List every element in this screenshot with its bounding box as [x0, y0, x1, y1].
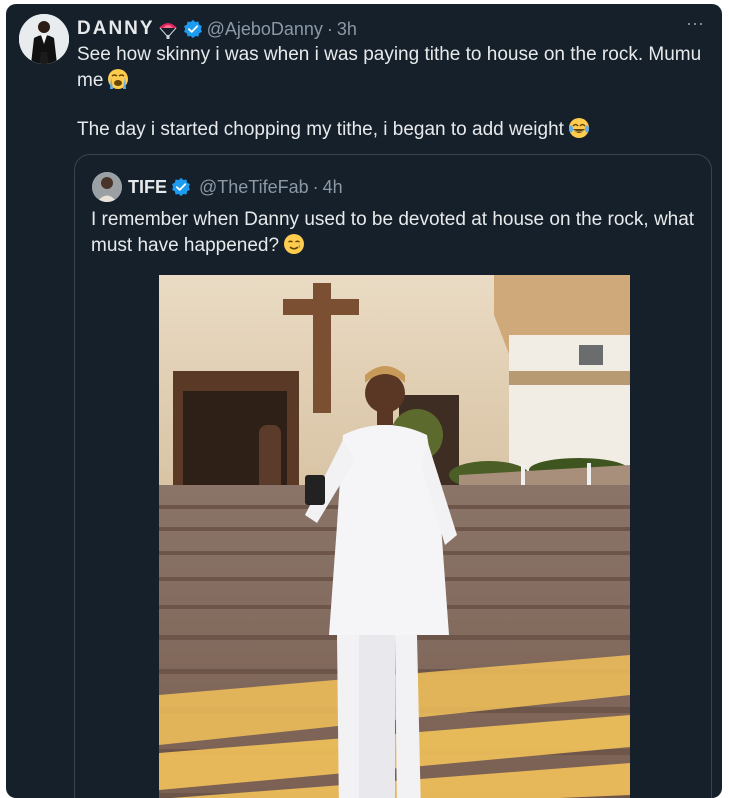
quoted-tweet-text: I remember when Danny used to be devoted…	[91, 207, 701, 259]
verified-badge-icon	[172, 177, 190, 197]
tweet-text-line1-content: See how skinny i was when i was paying t…	[77, 44, 702, 91]
author-avatar[interactable]	[19, 14, 69, 64]
face-with-tears-of-joy-icon	[568, 118, 589, 138]
tweet-text-line2: The day i started chopping my tithe, i b…	[77, 117, 717, 143]
quoted-tweet-timestamp[interactable]: 4h	[323, 177, 343, 198]
verified-badge-icon	[183, 19, 202, 39]
quoted-author-handle[interactable]: @TheTifeFab	[199, 177, 309, 198]
parachute-emoji-icon	[158, 23, 177, 39]
tweet-text-line1: See how skinny i was when i was paying t…	[77, 42, 717, 94]
more-options-button[interactable]: ···	[682, 14, 708, 36]
tweet-timestamp[interactable]: 3h	[337, 19, 357, 40]
quoted-tweet[interactable]: TIFE @TheTifeFab · 4h I remember when Da…	[74, 154, 712, 798]
church-steps-photo	[159, 275, 630, 798]
quoted-tweet-header: TIFE @TheTifeFab · 4h	[128, 175, 343, 199]
quoted-tweet-text-content: I remember when Danny used to be devoted…	[91, 209, 695, 256]
tweet-header: DANNY @AjeboDanny · 3h	[77, 17, 357, 41]
quoted-author-avatar[interactable]	[92, 172, 122, 202]
loudly-crying-face-icon	[108, 69, 129, 89]
tweet-card[interactable]: DANNY @AjeboDanny · 3h ··· See how skinn…	[6, 4, 722, 798]
quoted-tweet-photo[interactable]	[159, 275, 630, 798]
author-handle[interactable]: @AjeboDanny	[207, 19, 323, 40]
smiling-face-with-tear-icon	[284, 234, 305, 254]
author-name[interactable]: DANNY	[77, 18, 155, 40]
separator-dot: ·	[326, 18, 333, 39]
quoted-author-name[interactable]: TIFE	[128, 177, 167, 198]
separator-dot: ·	[312, 176, 319, 197]
tweet-text-line2-content: The day i started chopping my tithe, i b…	[77, 119, 564, 140]
